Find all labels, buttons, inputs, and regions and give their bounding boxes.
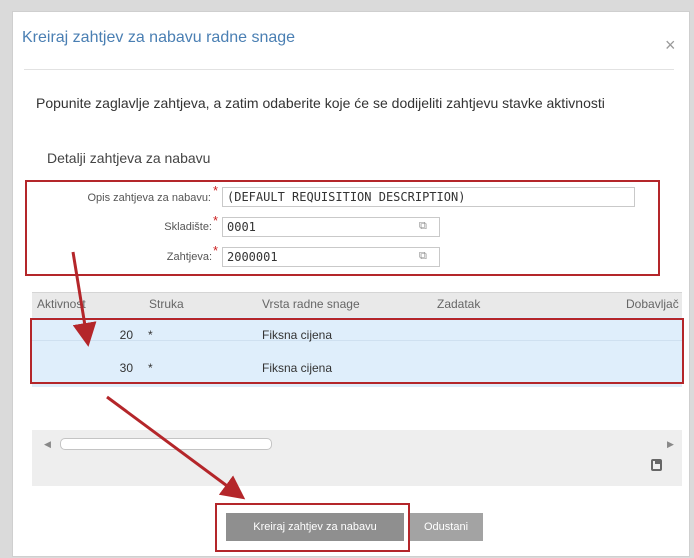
annotation-arrows — [71, 251, 246, 500]
arrow-to-grid — [71, 251, 97, 347]
arrow-to-button — [106, 395, 246, 500]
